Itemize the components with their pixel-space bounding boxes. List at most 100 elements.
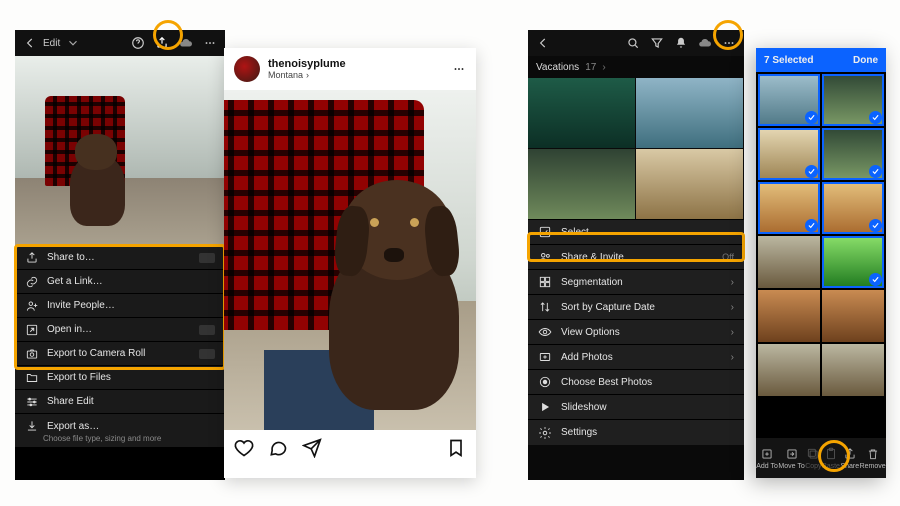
menu-label: Slideshow [561, 402, 607, 413]
menu-label: Select [561, 227, 589, 238]
menu-select[interactable]: Select [528, 220, 744, 245]
like-icon[interactable] [234, 438, 254, 461]
menu-label: View Options [561, 327, 620, 338]
add-photos-icon [538, 350, 552, 364]
grid-thumb[interactable] [636, 149, 743, 219]
username[interactable]: thenoisyplume [268, 58, 346, 70]
menu-label: Choose Best Photos [561, 377, 652, 388]
sel-thumb[interactable] [758, 236, 820, 288]
search-icon[interactable] [626, 36, 640, 50]
menu-invite-people[interactable]: Invite People… [15, 294, 225, 318]
share-state: Off [722, 252, 734, 262]
more-icon[interactable] [203, 36, 217, 50]
menu-segmentation[interactable]: Segmentation [528, 270, 744, 295]
menu-add-photos[interactable]: Add Photos [528, 345, 744, 370]
sel-thumb[interactable] [758, 128, 820, 180]
more-icon[interactable] [452, 62, 466, 76]
play-icon [538, 400, 552, 414]
share-menu: Share to… Get a Link… Invite People… Ope… [15, 246, 225, 447]
back-icon[interactable] [536, 36, 550, 50]
edit-label[interactable]: Edit [43, 38, 60, 49]
help-icon[interactable] [131, 36, 145, 50]
tool-label: Remove [860, 463, 886, 470]
send-icon[interactable] [302, 438, 322, 461]
grid-thumb[interactable] [528, 149, 635, 219]
location[interactable]: Montana [268, 70, 303, 80]
tool-copy: Copy [805, 447, 821, 470]
menu-best-photos[interactable]: Choose Best Photos [528, 370, 744, 395]
menu-label: Add Photos [561, 352, 613, 363]
sel-thumb[interactable] [758, 74, 820, 126]
menu-sort[interactable]: Sort by Capture Date [528, 295, 744, 320]
menu-share-edit[interactable]: Share Edit [15, 390, 225, 414]
sel-thumb[interactable] [822, 74, 884, 126]
view-icon [538, 325, 552, 339]
sel-thumb[interactable] [822, 344, 884, 396]
avatar[interactable] [234, 56, 260, 82]
more-icon[interactable] [722, 36, 736, 50]
gear-icon [538, 426, 552, 440]
chevron-right-icon: › [602, 62, 605, 73]
menu-share-to[interactable]: Share to… [15, 246, 225, 270]
menu-label: Segmentation [561, 277, 623, 288]
check-icon [805, 165, 818, 178]
instagram-image[interactable] [224, 90, 476, 430]
menu-label: Export to Camera Roll [47, 348, 145, 359]
sel-thumb[interactable] [822, 236, 884, 288]
tool-label: Paste [822, 463, 840, 470]
menu-export-files[interactable]: Export to Files [15, 366, 225, 390]
menu-view-options[interactable]: View Options [528, 320, 744, 345]
check-icon [869, 219, 882, 232]
sel-thumb[interactable] [758, 290, 820, 342]
share-icon[interactable] [155, 36, 169, 50]
album-breadcrumb[interactable]: Vacations 17 › [528, 56, 744, 78]
menu-label: Settings [561, 427, 597, 438]
filter-icon[interactable] [650, 36, 664, 50]
cloud-icon[interactable] [698, 36, 712, 50]
sel-thumb[interactable] [822, 290, 884, 342]
segmentation-icon [538, 275, 552, 289]
tool-move-to[interactable]: Move To [778, 447, 804, 470]
export-icon [25, 419, 39, 433]
menu-share-invite[interactable]: Share & InviteOff [528, 245, 744, 270]
menu-label: Export to Files [47, 372, 111, 383]
tool-remove[interactable]: Remove [860, 447, 886, 470]
album-name: Vacations [536, 62, 579, 73]
tool-paste: Paste [822, 447, 840, 470]
chevron-right-icon [731, 327, 734, 338]
chevron-right-icon [731, 352, 734, 363]
selection-grid [756, 72, 886, 398]
bookmark-icon[interactable] [446, 438, 466, 461]
invite-icon [25, 299, 39, 313]
comment-icon[interactable] [268, 438, 288, 461]
chevron-right-icon: › [306, 70, 309, 80]
menu-open-in[interactable]: Open in… [15, 318, 225, 342]
files-icon [25, 371, 39, 385]
lightroom-photo-preview [15, 56, 225, 246]
link-icon [25, 275, 39, 289]
sel-thumb[interactable] [822, 182, 884, 234]
cloud-icon[interactable] [179, 36, 193, 50]
menu-get-link[interactable]: Get a Link… [15, 270, 225, 294]
tool-share[interactable]: Share [840, 447, 859, 470]
edit-chevron-icon[interactable] [66, 36, 80, 50]
tool-add-to[interactable]: Add To [756, 447, 778, 470]
menu-settings[interactable]: Settings [528, 420, 744, 445]
size-tag-icon [199, 349, 215, 359]
menu-slideshow[interactable]: Slideshow [528, 395, 744, 420]
sel-thumb[interactable] [822, 128, 884, 180]
menu-label: Open in… [47, 324, 92, 335]
open-in-icon [25, 323, 39, 337]
menu-export-camera-roll[interactable]: Export to Camera Roll [15, 342, 225, 366]
bell-icon[interactable] [674, 36, 688, 50]
done-button[interactable]: Done [853, 55, 878, 66]
sel-thumb[interactable] [758, 344, 820, 396]
tool-label: Move To [778, 463, 804, 470]
back-icon[interactable] [23, 36, 37, 50]
grid-thumb[interactable] [636, 78, 743, 148]
selection-phone: 7 Selected Done Add To Move To Copy Past… [756, 48, 886, 478]
grid-thumb[interactable] [528, 78, 635, 148]
sel-thumb[interactable] [758, 182, 820, 234]
menu-label: Share to… [47, 252, 95, 263]
check-icon [869, 111, 882, 124]
